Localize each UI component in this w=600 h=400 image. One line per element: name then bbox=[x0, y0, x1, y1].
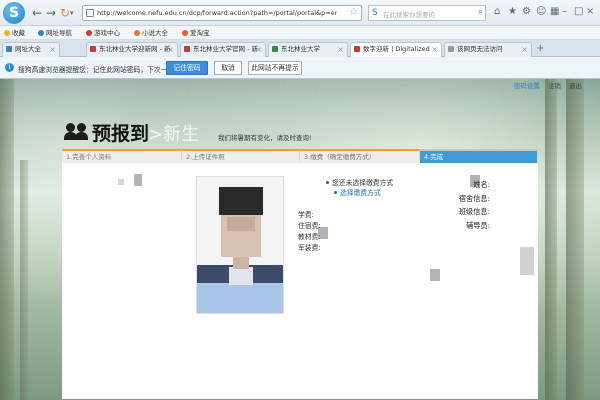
title-freshman: >新生 bbox=[148, 124, 200, 145]
close-icon[interactable]: × bbox=[167, 43, 174, 56]
maximize-button[interactable]: □ bbox=[574, 6, 583, 18]
game-icon bbox=[86, 30, 92, 36]
reload-dropdown-icon[interactable]: ▾ bbox=[70, 6, 74, 20]
close-icon[interactable]: × bbox=[49, 43, 56, 56]
logout-link[interactable]: 注销 bbox=[548, 82, 561, 90]
tab-item[interactable]: 东北林业大学官网 - 新 × bbox=[180, 42, 266, 57]
background-tree bbox=[20, 160, 28, 400]
progress-steps: 1.完善个人资料 2.上传证件照 3.缴费（确定缴费方式） 4.完成 bbox=[62, 149, 538, 163]
fee-list: 学费: 住宿费: 教材费: 军装费: bbox=[298, 210, 321, 254]
url-text[interactable]: http://welcome.nefu.edu.cn/dcp/forward.a… bbox=[97, 9, 337, 17]
star-icon bbox=[4, 30, 10, 36]
new-tab-button[interactable]: + bbox=[536, 43, 544, 54]
favorites-item[interactable]: 收藏 bbox=[4, 28, 25, 38]
step-3[interactable]: 3.缴费（确定缴费方式） bbox=[300, 149, 420, 161]
shop-icon bbox=[182, 30, 188, 36]
search-placeholder: 在此搜索你想要的 bbox=[383, 11, 435, 19]
background-tree bbox=[0, 79, 14, 400]
user-icon[interactable]: ☺ bbox=[536, 6, 546, 18]
tab-favicon bbox=[272, 46, 278, 52]
close-button[interactable]: × bbox=[586, 6, 594, 18]
title-preregister: 预报到 bbox=[92, 123, 150, 145]
accommodation-label: 住宿费: bbox=[298, 222, 321, 230]
browser-logo-icon: S bbox=[3, 2, 25, 24]
forward-button[interactable]: → bbox=[46, 6, 56, 20]
step-2[interactable]: 2.上传证件照 bbox=[182, 149, 300, 161]
close-icon[interactable]: × bbox=[255, 43, 262, 56]
tab-item[interactable]: 网址大全 × bbox=[2, 42, 60, 57]
favorites-bar: 收藏 网址导航 游戏中心 小说大全 爱淘宝 bbox=[0, 26, 600, 40]
search-input[interactable]: S 在此搜索你想要的 ⌕ bbox=[368, 5, 486, 21]
book-icon bbox=[134, 30, 140, 36]
people-icon bbox=[64, 123, 90, 141]
dorm-label: 宿舍信息: bbox=[458, 193, 490, 203]
background-tree bbox=[545, 79, 557, 400]
minimize-button[interactable]: – bbox=[562, 6, 567, 18]
name-label: 姓名: bbox=[473, 180, 490, 189]
student-info: 姓名: 宿舍信息: 班级信息: 辅导员: bbox=[459, 178, 490, 232]
tab-bar: 网址大全 × 东北林业大学迎新网 - 新 × 东北林业大学官网 - 新 × 东北林业大… bbox=[0, 40, 600, 57]
close-icon[interactable]: × bbox=[337, 43, 344, 56]
close-icon[interactable]: × bbox=[521, 43, 528, 56]
class-label: 班级信息: bbox=[458, 207, 490, 216]
counselor-label: 辅导员: bbox=[466, 220, 490, 230]
tab-favicon bbox=[354, 46, 360, 52]
never-for-site-button[interactable]: 此网站不再提示 bbox=[248, 61, 302, 75]
back-button[interactable]: ← bbox=[32, 6, 42, 20]
tab-item[interactable]: 东北林业大学 × bbox=[268, 42, 348, 57]
favorites-item[interactable]: 爱淘宝 bbox=[182, 28, 210, 38]
favorites-item[interactable]: 网址导航 bbox=[38, 28, 72, 38]
tab-favicon bbox=[448, 46, 454, 52]
save-password-message: 搜狗高速浏览器提醒您：记住此网站密码，下次一键登录! bbox=[18, 66, 191, 74]
reload-button[interactable]: ↻ bbox=[60, 6, 70, 20]
step-1[interactable]: 1.完善个人资料 bbox=[62, 149, 182, 161]
redacted-text bbox=[118, 179, 124, 185]
slogan-text: 我们将暑期有变化，请及时查询! bbox=[218, 134, 312, 142]
home-icon[interactable]: ⌂ bbox=[494, 6, 500, 18]
save-password-bar: i 搜狗高速浏览器提醒您：记住此网站密码，下次一键登录! 记住密码 取消 此网站… bbox=[0, 57, 600, 79]
choose-payment-link[interactable]: 选择缴费方式 bbox=[334, 187, 381, 197]
cancel-button[interactable]: 取消 bbox=[214, 61, 242, 75]
search-icon[interactable]: ⌕ bbox=[478, 7, 483, 17]
textbook-label: 教材费: bbox=[298, 233, 321, 241]
tab-item[interactable]: 东北林业大学迎新网 - 新 × bbox=[86, 42, 178, 57]
address-bar[interactable]: http://welcome.nefu.edu.cn/dcp/forward.a… bbox=[82, 5, 362, 21]
tab-favicon bbox=[6, 46, 12, 52]
page-icon bbox=[86, 9, 94, 17]
redacted-text bbox=[520, 247, 534, 275]
close-icon[interactable]: × bbox=[431, 43, 438, 56]
info-icon: i bbox=[5, 63, 14, 72]
student-photo bbox=[196, 176, 284, 314]
remember-password-button[interactable]: 记住密码 bbox=[166, 61, 208, 75]
tab-favicon bbox=[184, 46, 190, 52]
tab-item-active[interactable]: 数字迎新 | Digitalized × bbox=[350, 42, 442, 57]
redacted-text bbox=[430, 269, 440, 281]
favorites-item[interactable]: 游戏中心 bbox=[86, 28, 120, 38]
header-links: 密码设置 注销 退出 bbox=[508, 80, 582, 90]
redacted-text bbox=[134, 174, 142, 186]
bookmark-star-icon[interactable]: ☆ bbox=[349, 7, 358, 18]
tuition-label: 学费: bbox=[298, 211, 314, 219]
star-icon[interactable]: ★ bbox=[508, 6, 517, 18]
globe-icon bbox=[38, 30, 44, 36]
step-4[interactable]: 4.完成 bbox=[420, 151, 538, 163]
background-tree bbox=[566, 79, 584, 400]
exit-link[interactable]: 退出 bbox=[569, 82, 582, 90]
tab-item[interactable]: 该网页无法访问 × bbox=[444, 42, 532, 57]
tools-icon[interactable]: ⚙ bbox=[522, 6, 531, 18]
search-engine-icon[interactable]: S bbox=[372, 8, 378, 18]
favorites-item[interactable]: 小说大全 bbox=[134, 28, 168, 38]
grid-icon[interactable]: ▦ bbox=[550, 6, 559, 18]
browser-toolbar: S ← → ↻ ▾ http://welcome.nefu.edu.cn/dcp… bbox=[0, 0, 600, 26]
tab-favicon bbox=[90, 46, 96, 52]
password-settings-link[interactable]: 密码设置 bbox=[514, 82, 540, 90]
payment-status: 您还未选择缴费方式 bbox=[326, 177, 393, 187]
uniform-label: 军装费: bbox=[298, 244, 321, 252]
